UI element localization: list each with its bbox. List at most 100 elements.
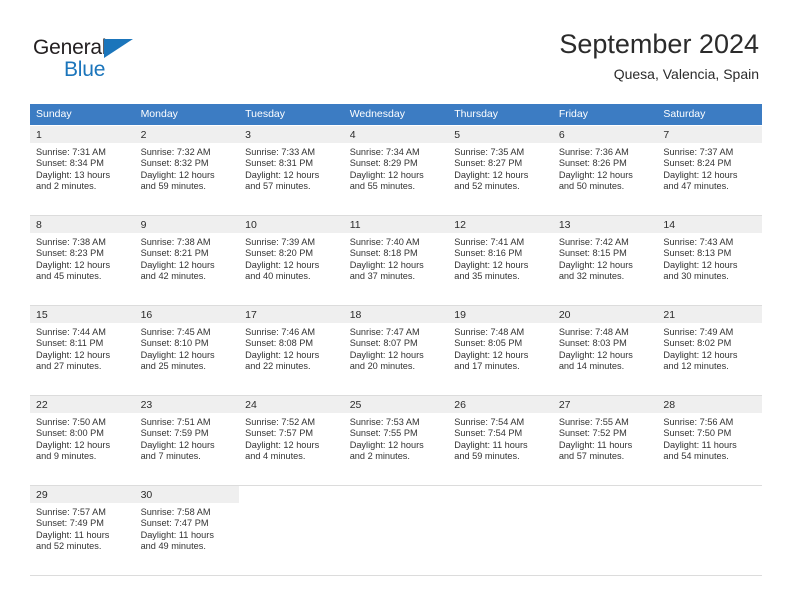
sunset-text: Sunset: 8:31 PM (245, 158, 314, 169)
calendar-day-cell[interactable]: 13 Sunrise: 7:42 AM Sunset: 8:15 PM Dayligh… (552, 215, 658, 306)
daylight-text-line2: and 52 minutes. (36, 541, 102, 552)
day-details: Sunrise: 7:40 AM Sunset: 8:18 PM Daylight:… (344, 233, 449, 283)
empty-day-band (553, 486, 658, 503)
sunset-text: Sunset: 8:18 PM (349, 248, 418, 259)
general-blue-logo: General Blue (33, 36, 213, 88)
daylight-text-line1: Daylight: 12 hours (663, 259, 738, 270)
daylight-text-line2: and 27 minutes. (36, 361, 102, 372)
sunset-text: Sunset: 7:47 PM (140, 518, 209, 529)
sunrise-text: Sunrise: 7:41 AM (454, 237, 525, 247)
day-details: Sunrise: 7:41 AM Sunset: 8:16 PM Daylight:… (448, 233, 553, 283)
calendar-empty-cell (448, 485, 553, 576)
daylight-text-line2: and 25 minutes. (140, 361, 206, 372)
daylight-text-line2: and 40 minutes. (245, 271, 311, 282)
calendar-day-cell[interactable]: 12 Sunrise: 7:41 AM Sunset: 8:16 PM Dayligh… (448, 215, 553, 306)
calendar-day-cell[interactable]: 28 Sunrise: 7:56 AM Sunset: 7:50 PM Dayligh… (657, 395, 762, 486)
calendar-day-cell[interactable]: 24 Sunrise: 7:52 AM Sunset: 7:57 PM Dayligh… (239, 395, 344, 486)
calendar-day-cell[interactable]: 17 Sunrise: 7:46 AM Sunset: 8:08 PM Dayligh… (239, 305, 344, 396)
daylight-text-line1: Daylight: 12 hours (245, 169, 320, 180)
day-details: Sunrise: 7:42 AM Sunset: 8:15 PM Daylight:… (553, 233, 658, 283)
sunset-text: Sunset: 7:52 PM (558, 428, 627, 439)
day-number: 21 (657, 306, 762, 323)
calendar-day-cell[interactable]: 25 Sunrise: 7:53 AM Sunset: 7:55 PM Dayligh… (343, 395, 449, 486)
sunrise-text: Sunrise: 7:43 AM (663, 237, 734, 247)
sunrise-text: Sunrise: 7:34 AM (349, 147, 420, 157)
calendar-day-cell[interactable]: 21 Sunrise: 7:49 AM Sunset: 8:02 PM Dayligh… (657, 305, 762, 396)
calendar-day-cell[interactable]: 18 Sunrise: 7:47 AM Sunset: 8:07 PM Dayligh… (343, 305, 449, 396)
calendar-day-cell[interactable]: 20 Sunrise: 7:48 AM Sunset: 8:03 PM Dayligh… (552, 305, 658, 396)
daylight-text-line2: and 9 minutes. (36, 451, 97, 462)
daylight-text-line1: Daylight: 12 hours (663, 349, 738, 360)
calendar-day-cell[interactable]: 2 Sunrise: 7:32 AM Sunset: 8:32 PM Daylight… (134, 125, 240, 216)
day-details: Sunrise: 7:33 AM Sunset: 8:31 PM Daylight:… (239, 143, 344, 193)
day-details: Sunrise: 7:52 AM Sunset: 7:57 PM Daylight:… (239, 413, 344, 463)
sunset-text: Sunset: 8:29 PM (349, 158, 418, 169)
calendar-empty-cell (552, 485, 658, 576)
calendar-day-cell[interactable]: 3 Sunrise: 7:33 AM Sunset: 8:31 PM Daylight… (239, 125, 344, 216)
calendar-day-cell[interactable]: 23 Sunrise: 7:51 AM Sunset: 7:59 PM Dayligh… (134, 395, 240, 486)
daylight-text-line1: Daylight: 12 hours (349, 169, 424, 180)
day-details: Sunrise: 7:51 AM Sunset: 7:59 PM Daylight:… (135, 413, 240, 463)
daylight-text-line2: and 32 minutes. (558, 271, 625, 282)
daylight-text-line2: and 59 minutes. (454, 451, 520, 462)
calendar-day-cell[interactable]: 5 Sunrise: 7:35 AM Sunset: 8:27 PM Daylight… (448, 125, 553, 216)
calendar-day-cell[interactable]: 10 Sunrise: 7:39 AM Sunset: 8:20 PM Dayligh… (239, 215, 344, 306)
calendar-week-row: 8 Sunrise: 7:38 AM Sunset: 8:23 PM Daylight… (30, 215, 762, 306)
daylight-text-line1: Daylight: 11 hours (663, 439, 737, 450)
calendar-day-cell[interactable]: 8 Sunrise: 7:38 AM Sunset: 8:23 PM Daylight… (30, 215, 135, 306)
sunset-text: Sunset: 8:13 PM (663, 248, 732, 259)
calendar-day-cell[interactable]: 30 Sunrise: 7:58 AM Sunset: 7:47 PM Dayligh… (134, 485, 240, 576)
daylight-text-line1: Daylight: 12 hours (245, 349, 320, 360)
day-number: 30 (134, 486, 240, 503)
calendar-day-cell[interactable]: 16 Sunrise: 7:45 AM Sunset: 8:10 PM Dayligh… (134, 305, 240, 396)
calendar-day-cell[interactable]: 4 Sunrise: 7:34 AM Sunset: 8:29 PM Daylight… (343, 125, 449, 216)
sunset-text: Sunset: 8:34 PM (36, 158, 104, 169)
day-details: Sunrise: 7:45 AM Sunset: 8:10 PM Daylight:… (135, 323, 240, 373)
day-details: Sunrise: 7:57 AM Sunset: 7:49 PM Daylight:… (30, 503, 135, 553)
calendar-week-row: 22 Sunrise: 7:50 AM Sunset: 8:00 PM Dayligh… (30, 395, 762, 486)
sunset-text: Sunset: 8:11 PM (36, 338, 104, 349)
calendar-day-cell[interactable]: 15 Sunrise: 7:44 AM Sunset: 8:11 PM Dayligh… (30, 305, 135, 396)
day-details: Sunrise: 7:39 AM Sunset: 8:20 PM Daylight:… (239, 233, 344, 283)
day-number: 2 (134, 126, 240, 143)
day-number: 22 (30, 396, 135, 413)
calendar-day-cell[interactable]: 14 Sunrise: 7:43 AM Sunset: 8:13 PM Dayligh… (657, 215, 762, 306)
sunrise-text: Sunrise: 7:48 AM (454, 327, 525, 337)
calendar-empty-cell (657, 485, 762, 576)
calendar-day-cell[interactable]: 19 Sunrise: 7:48 AM Sunset: 8:05 PM Dayligh… (448, 305, 553, 396)
sunrise-text: Sunrise: 7:40 AM (349, 237, 420, 247)
calendar-day-cell[interactable]: 9 Sunrise: 7:38 AM Sunset: 8:21 PM Daylight… (134, 215, 240, 306)
sunset-text: Sunset: 8:03 PM (558, 338, 627, 349)
calendar-day-cell[interactable]: 29 Sunrise: 7:57 AM Sunset: 7:49 PM Dayligh… (30, 485, 135, 576)
calendar-grid: Sunday Monday Tuesday Wednesday Thursday… (30, 104, 762, 576)
sunrise-text: Sunrise: 7:49 AM (663, 327, 734, 337)
sunset-text: Sunset: 8:15 PM (558, 248, 627, 259)
daylight-text-line2: and 49 minutes. (140, 541, 206, 552)
day-details: Sunrise: 7:35 AM Sunset: 8:27 PM Daylight:… (448, 143, 553, 193)
calendar-day-cell[interactable]: 11 Sunrise: 7:40 AM Sunset: 8:18 PM Dayligh… (343, 215, 449, 306)
day-details: Sunrise: 7:58 AM Sunset: 7:47 PM Daylight:… (135, 503, 240, 553)
day-number: 16 (134, 306, 240, 323)
calendar-day-cell[interactable]: 6 Sunrise: 7:36 AM Sunset: 8:26 PM Daylight… (552, 125, 658, 216)
day-details: Sunrise: 7:32 AM Sunset: 8:32 PM Daylight:… (135, 143, 240, 193)
sunrise-text: Sunrise: 7:31 AM (36, 147, 106, 157)
daylight-text-line1: Daylight: 12 hours (349, 439, 424, 450)
calendar-day-cell[interactable]: 26 Sunrise: 7:54 AM Sunset: 7:54 PM Dayligh… (448, 395, 553, 486)
page-header: General Blue September 2024 Quesa, Valen… (0, 0, 792, 104)
daylight-text-line1: Daylight: 12 hours (140, 169, 215, 180)
weekday-header-sunday: Sunday (30, 104, 135, 126)
day-number: 8 (30, 216, 135, 233)
calendar-day-cell[interactable]: 1 Sunrise: 7:31 AM Sunset: 8:34 PM Daylight… (30, 125, 135, 216)
daylight-text-line1: Daylight: 12 hours (140, 349, 215, 360)
day-number: 23 (134, 396, 240, 413)
calendar-day-cell[interactable]: 7 Sunrise: 7:37 AM Sunset: 8:24 PM Daylight… (657, 125, 762, 216)
day-details: Sunrise: 7:54 AM Sunset: 7:54 PM Daylight:… (448, 413, 553, 463)
daylight-text-line2: and 14 minutes. (558, 361, 625, 372)
day-details: Sunrise: 7:49 AM Sunset: 8:02 PM Daylight:… (657, 323, 762, 373)
day-number: 3 (239, 126, 344, 143)
day-number: 6 (552, 126, 658, 143)
sunset-text: Sunset: 8:16 PM (454, 248, 523, 259)
sunrise-text: Sunrise: 7:32 AM (140, 147, 211, 157)
calendar-day-cell[interactable]: 27 Sunrise: 7:55 AM Sunset: 7:52 PM Dayligh… (552, 395, 658, 486)
calendar-day-cell[interactable]: 22 Sunrise: 7:50 AM Sunset: 8:00 PM Dayligh… (30, 395, 135, 486)
